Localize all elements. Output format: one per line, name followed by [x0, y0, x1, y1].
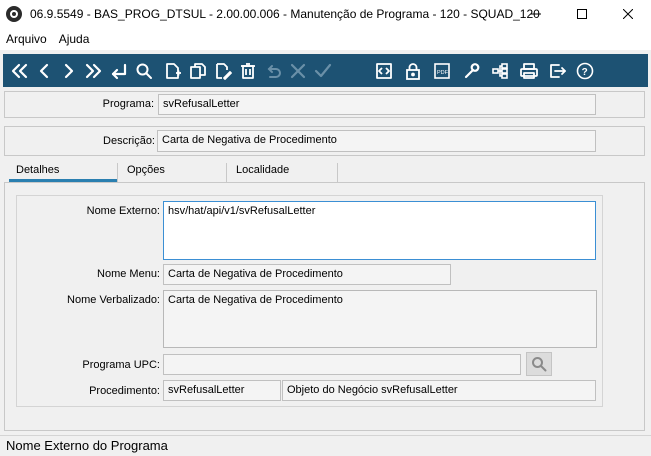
maximize-icon[interactable] — [559, 0, 605, 28]
procedimento-field[interactable]: svRefusalLetter — [163, 380, 281, 401]
tab-detalhes[interactable]: Detalhes — [7, 161, 117, 181]
menu-ajuda[interactable]: Ajuda — [53, 32, 96, 46]
programa-label: Programa: — [102, 98, 154, 110]
confirm-icon[interactable] — [310, 54, 335, 87]
exit-icon[interactable] — [545, 54, 570, 87]
procedimento-label: Procedimento: — [89, 385, 160, 397]
nome-externo-field[interactable]: hsv/hat/api/v1/svRefusalLetter — [163, 201, 596, 260]
title-bar: 06.9.5549 - BAS_PROG_DTSUL - 2.00.00.006… — [0, 0, 651, 28]
window-controls — [513, 0, 651, 28]
undo-icon[interactable] — [260, 54, 285, 87]
status-bar: Nome Externo do Programa — [0, 435, 651, 456]
toolbar: PDF ? — [3, 54, 648, 87]
pdf-icon[interactable]: PDF — [429, 54, 454, 87]
app-logo-icon — [6, 6, 22, 22]
help-icon[interactable]: ? — [572, 54, 597, 87]
last-record-icon[interactable] — [81, 54, 106, 87]
next-record-icon[interactable] — [56, 54, 81, 87]
descricao-label: Descrição: — [103, 135, 155, 147]
programa-field[interactable]: svRefusalLetter — [158, 94, 596, 115]
programa-upc-field[interactable] — [163, 354, 521, 375]
first-record-icon[interactable] — [7, 54, 31, 87]
upc-search-button[interactable] — [526, 352, 552, 376]
edit-icon[interactable] — [210, 54, 235, 87]
procedimento-description-field[interactable]: Objeto do Negócio svRefusalLetter — [282, 380, 596, 401]
code-icon[interactable] — [371, 54, 396, 87]
nome-verbalizado-label: Nome Verbalizado: — [67, 294, 160, 306]
goto-icon[interactable] — [106, 54, 131, 87]
svg-text:?: ? — [581, 67, 587, 78]
nome-externo-label: Nome Externo: — [86, 205, 160, 217]
cancel-icon[interactable] — [285, 54, 310, 87]
lock-icon[interactable] — [400, 54, 425, 87]
previous-record-icon[interactable] — [31, 54, 56, 87]
search-icon — [532, 357, 547, 372]
tools-icon[interactable] — [458, 54, 483, 87]
print-icon[interactable] — [516, 54, 541, 87]
window-title: 06.9.5549 - BAS_PROG_DTSUL - 2.00.00.006… — [30, 7, 540, 21]
nome-verbalizado-field[interactable]: Carta de Negativa de Procedimento — [163, 290, 597, 348]
delete-icon[interactable] — [235, 54, 260, 87]
tab-opcoes[interactable]: Opções — [118, 161, 226, 181]
svg-text:PDF: PDF — [437, 70, 449, 76]
descricao-field[interactable]: Carta de Negativa de Procedimento — [157, 130, 596, 152]
close-icon[interactable] — [605, 0, 651, 28]
programa-upc-label: Programa UPC: — [82, 359, 160, 371]
nome-verbalizado-value: Carta de Negativa de Procedimento — [168, 294, 343, 306]
nome-menu-field[interactable]: Carta de Negativa de Procedimento — [163, 264, 451, 285]
menu-bar: Arquivo Ajuda — [0, 28, 651, 50]
nome-externo-value: hsv/hat/api/v1/svRefusalLetter — [168, 205, 316, 217]
copy-icon[interactable] — [185, 54, 210, 87]
menu-arquivo[interactable]: Arquivo — [0, 32, 53, 46]
add-icon[interactable] — [160, 54, 185, 87]
tab-separator — [337, 163, 338, 182]
hierarchy-icon[interactable] — [487, 54, 512, 87]
nome-menu-label: Nome Menu: — [97, 268, 160, 280]
minimize-icon[interactable] — [513, 0, 559, 28]
tab-localidade[interactable]: Localidade — [227, 161, 337, 181]
search-icon[interactable] — [131, 54, 156, 87]
